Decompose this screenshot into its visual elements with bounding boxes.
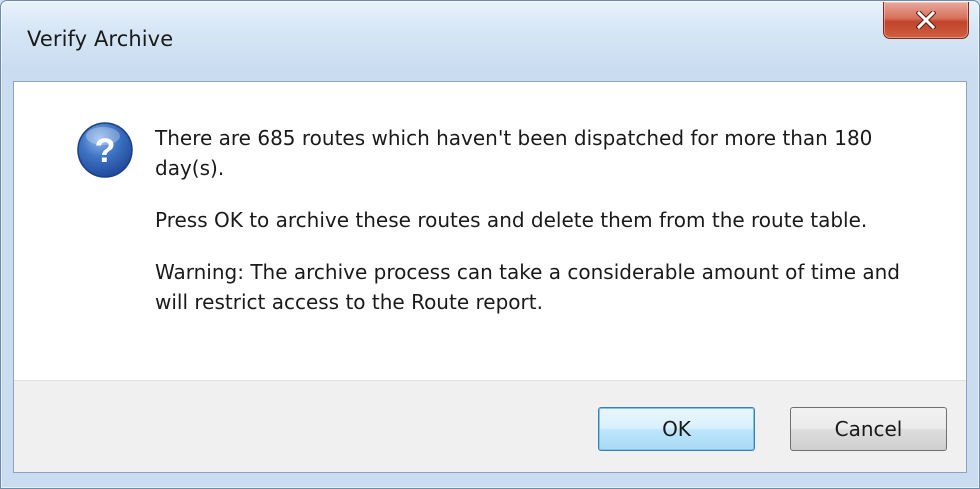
message-line-routes: There are 685 routes which haven't been … xyxy=(155,126,873,180)
close-button[interactable] xyxy=(883,2,969,39)
message-line-warning: Warning: The archive process can take a … xyxy=(155,260,900,314)
ok-button[interactable]: OK xyxy=(598,407,755,451)
svg-text:?: ? xyxy=(95,132,116,170)
cancel-button[interactable]: Cancel xyxy=(790,407,947,451)
dialog-client-area: ? There are 685 routes which haven't bee… xyxy=(13,81,967,473)
close-icon xyxy=(916,11,936,29)
dialog-title: Verify Archive xyxy=(27,27,174,51)
dialog-window: Verify Archive ? There are 685 routes wh… xyxy=(0,0,980,489)
message-panel: ? There are 685 routes which haven't bee… xyxy=(14,82,966,381)
question-icon: ? xyxy=(76,121,134,179)
message-line-press-ok: Press OK to archive these routes and del… xyxy=(155,208,868,232)
title-bar[interactable]: Verify Archive xyxy=(1,1,979,81)
message-text: There are 685 routes which haven't been … xyxy=(155,123,925,339)
button-bar: OK Cancel xyxy=(14,380,966,472)
